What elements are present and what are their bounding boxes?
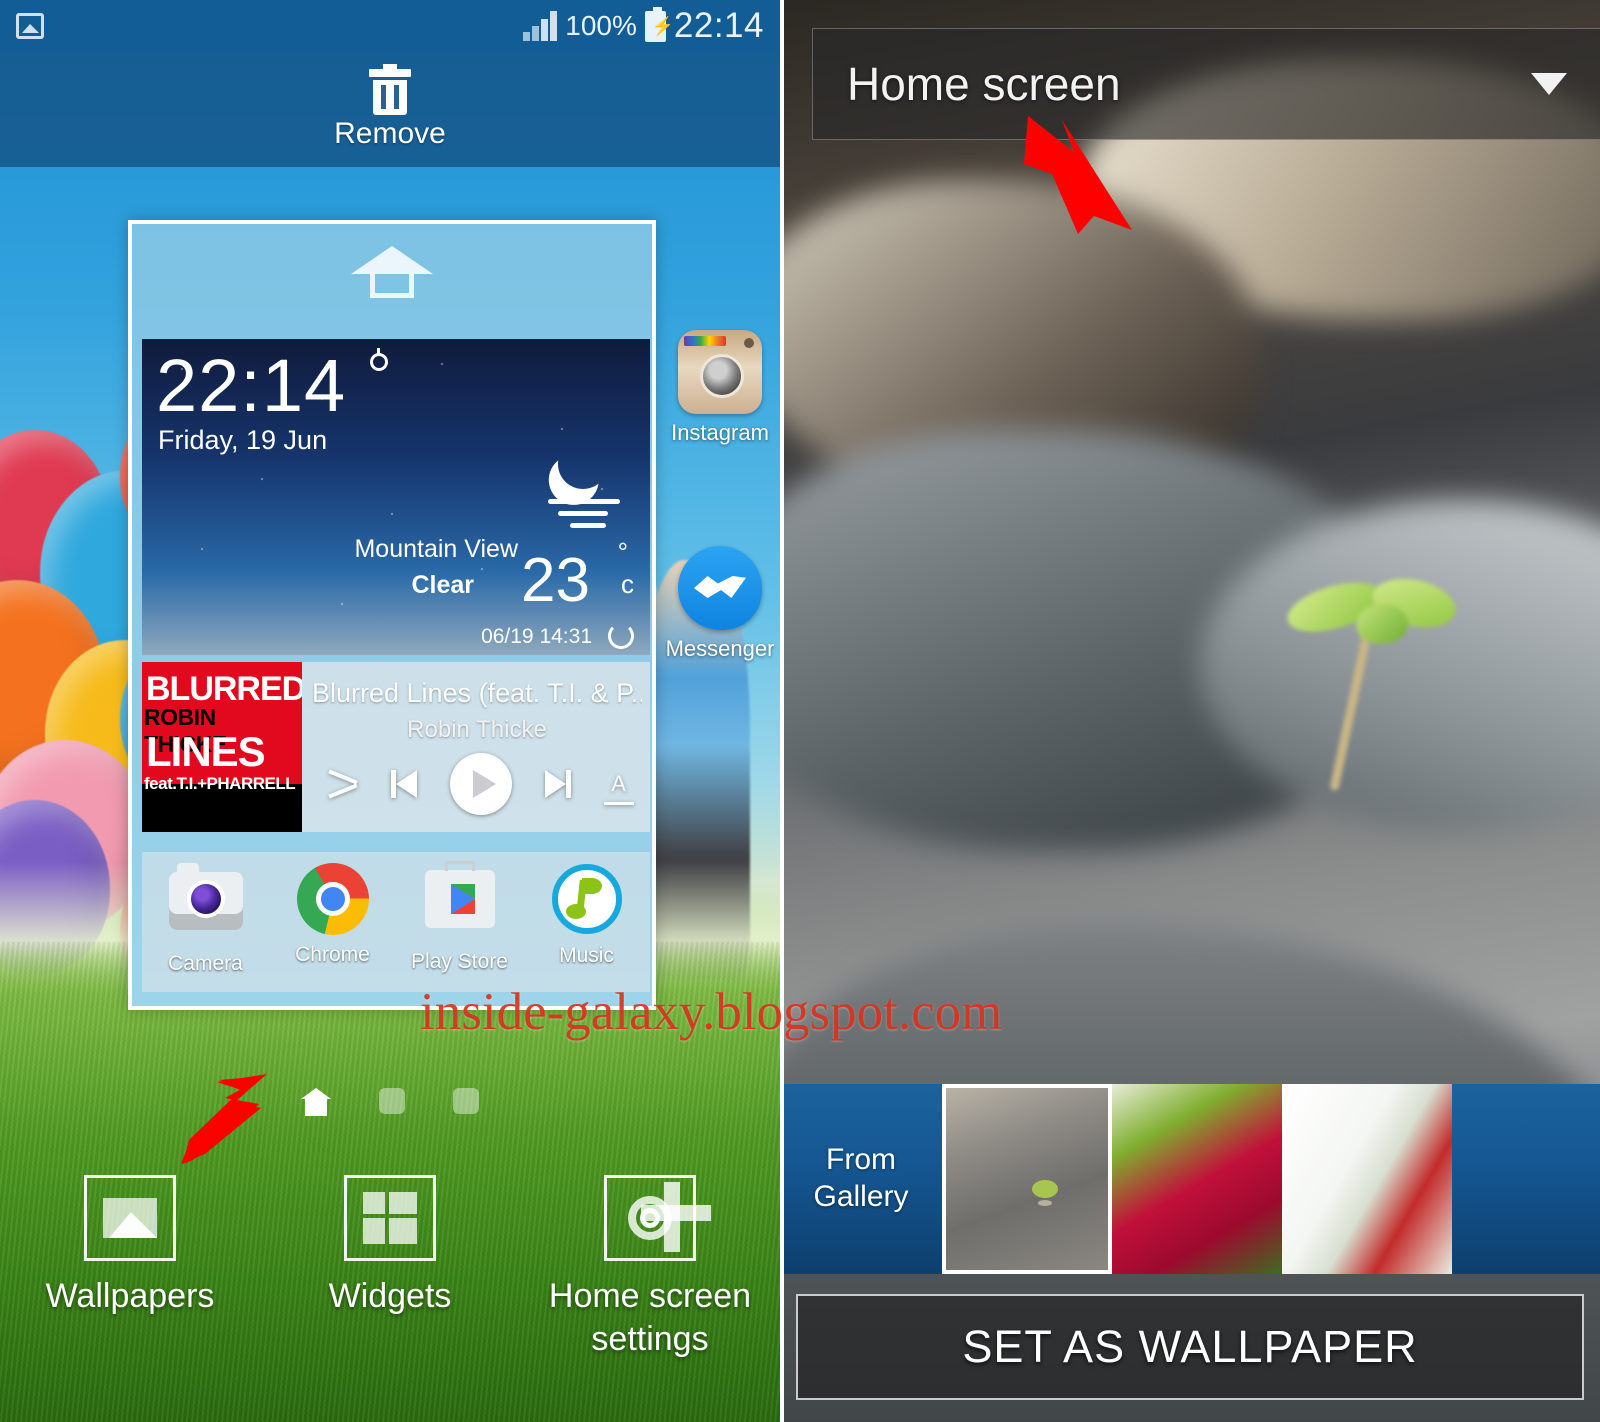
right-panel-wallpaper-picker: From Gallery SET AS WALLPAPER	[780, 0, 1600, 1422]
action-label: Home screen settings	[548, 1277, 752, 1358]
gear-icon	[623, 1191, 677, 1245]
remove-label: Remove	[334, 116, 446, 150]
music-icon	[551, 864, 622, 934]
app-camera[interactable]: Camera	[150, 862, 262, 976]
app-chrome[interactable]: Chrome	[277, 862, 389, 967]
set-as-wallpaper-label: SET AS WALLPAPER	[962, 1321, 1418, 1372]
wallpapers-icon	[103, 1198, 157, 1238]
album-art-line4: feat.T.I.+PHARRELL	[144, 774, 296, 793]
messenger-icon	[678, 546, 762, 630]
thumbnail-list	[942, 1084, 1452, 1274]
wallpapers-button[interactable]: Wallpapers	[0, 1175, 260, 1360]
app-dock: Camera Chrome Play Store Music	[142, 852, 650, 992]
from-gallery-line2: Gallery	[813, 1180, 909, 1213]
camera-icon	[168, 863, 243, 930]
status-bar: 100% ⚡ 22:14	[0, 0, 780, 52]
from-gallery-button[interactable]: From Gallery	[780, 1142, 942, 1215]
app-label: Camera	[168, 952, 243, 975]
set-as-wallpaper-button[interactable]: SET AS WALLPAPER	[796, 1294, 1584, 1400]
app-play-store[interactable]: Play Store	[404, 861, 516, 974]
play-store-icon	[424, 861, 495, 928]
remove-drop-target[interactable]: Remove	[0, 52, 780, 167]
battery-charging-icon: ⚡	[644, 6, 674, 42]
status-bar-indicators: 100% ⚡ 22:14	[523, 6, 764, 46]
widget-condition: Clear	[411, 571, 474, 599]
widget-date: Friday, 19 Jun	[158, 425, 328, 455]
app-label: Music	[559, 944, 614, 967]
home-screen-edge-apps: Instagram Messenger	[660, 330, 780, 762]
thumbnail-sprout-on-rock[interactable]	[942, 1084, 1112, 1274]
lyrics-icon[interactable]: A	[603, 771, 634, 805]
screenshot-root: 100% ⚡ 22:14 Remove Instagram Messenger	[0, 0, 1600, 1422]
app-music[interactable]: Music	[531, 862, 643, 968]
edit-mode-actions: Wallpapers Widgets Home screen settings	[0, 1175, 780, 1360]
app-label: Play Store	[411, 950, 508, 973]
app-instagram[interactable]: Instagram	[660, 330, 780, 446]
widget-city: Mountain View	[354, 535, 518, 563]
watermark: inside-galaxy.blogspot.com	[420, 983, 1003, 1041]
status-bar-notifications	[16, 13, 44, 39]
play-icon[interactable]	[449, 753, 512, 815]
signal-strength-icon	[523, 11, 558, 41]
app-label: Chrome	[295, 943, 370, 966]
widget-degree-symbol: °	[617, 537, 628, 567]
page-dot[interactable]	[379, 1088, 405, 1114]
clock-weather-widget[interactable]: 22:14 Friday, 19 Jun Mountain View Clear…	[142, 339, 650, 655]
home-outline-icon	[351, 246, 433, 298]
widget-clock-time: 22:14	[156, 344, 347, 427]
thumbnail-tulips[interactable]	[1282, 1084, 1452, 1274]
from-gallery-line1: From	[826, 1143, 896, 1177]
home-page-icon[interactable]	[301, 1088, 331, 1116]
album-art: BLURRED ROBIN THICKE LINES feat.T.I.+PHA…	[142, 662, 302, 832]
gallery-thumbnail-strip: From Gallery	[780, 1084, 1600, 1274]
home-screen-preview-card[interactable]: 22:14 Friday, 19 Jun Mountain View Clear…	[128, 220, 656, 1010]
annotation-arrow-spinner	[1024, 116, 1132, 234]
refresh-icon[interactable]	[608, 623, 634, 649]
widgets-icon	[363, 1192, 417, 1244]
music-player-widget[interactable]: BLURRED ROBIN THICKE LINES feat.T.I.+PHA…	[142, 662, 650, 832]
track-title: Blurred Lines (feat. T.I. & P..	[312, 678, 642, 708]
widget-temperature: 23	[521, 546, 590, 615]
annotation-arrow-wallpapers	[181, 1074, 267, 1164]
home-screen-settings-button[interactable]: Home screen settings	[520, 1175, 780, 1360]
track-artist: Robin Thicke	[407, 716, 547, 743]
previous-icon[interactable]	[391, 770, 418, 798]
page-indicator	[0, 1088, 780, 1116]
action-label: Wallpapers	[45, 1277, 215, 1315]
next-icon[interactable]	[544, 770, 571, 798]
wallpaper-target-spinner[interactable]: Home screen	[812, 28, 1600, 140]
gallery-icon	[16, 13, 44, 39]
chevron-down-icon[interactable]	[1531, 73, 1567, 95]
app-label: Instagram	[671, 420, 769, 445]
chrome-icon	[296, 863, 369, 935]
trash-icon	[369, 63, 411, 115]
page-dot[interactable]	[453, 1088, 479, 1114]
panel-divider	[780, 0, 784, 1422]
thumbnail-red-flowers[interactable]	[1112, 1084, 1282, 1274]
shuffle-icon[interactable]	[328, 771, 358, 797]
battery-percent: 100%	[565, 10, 637, 41]
alarm-clock-icon	[366, 348, 392, 375]
app-label: Messenger	[665, 636, 775, 661]
widget-temp-unit: c	[621, 569, 634, 599]
action-label: Widgets	[328, 1277, 452, 1315]
widgets-button[interactable]: Widgets	[260, 1175, 520, 1360]
widget-updated-time: 06/19 14:31	[481, 625, 592, 648]
fog-lines-icon	[548, 499, 620, 535]
instagram-icon	[678, 330, 762, 414]
app-messenger[interactable]: Messenger	[660, 546, 780, 662]
left-panel-home-screen-edit-mode: 100% ⚡ 22:14 Remove Instagram Messenger	[0, 0, 780, 1422]
media-controls: A	[312, 742, 650, 826]
album-art-line3: LINES	[146, 728, 266, 775]
spinner-value: Home screen	[847, 58, 1121, 110]
status-bar-clock: 22:14	[673, 6, 764, 45]
